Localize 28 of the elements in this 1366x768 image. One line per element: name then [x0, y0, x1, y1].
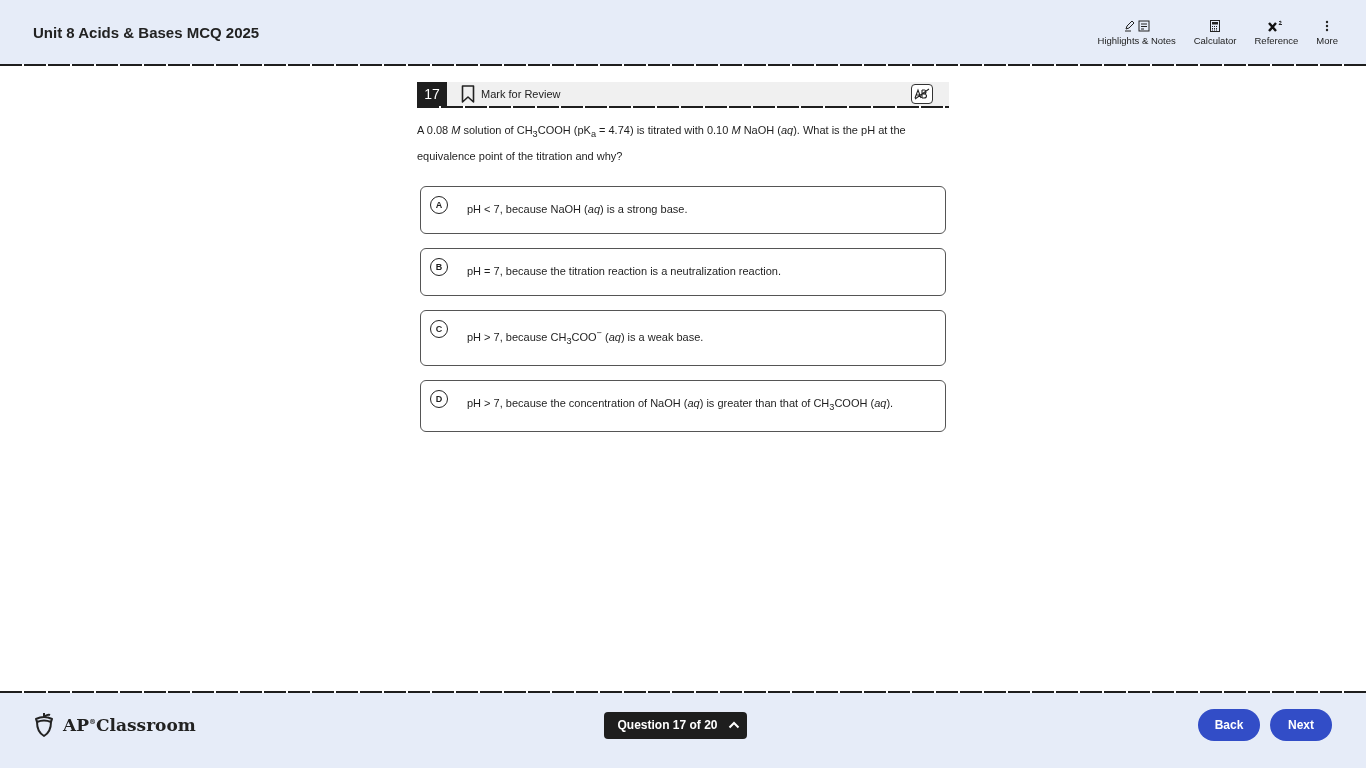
option-text: pH > 7, because the concentration of NaOH (aq) is greater than that of CH$_{3}$COOH (aq).	[467, 396, 894, 415]
option-text: pH = 7, because the titration reaction is a neutralization reaction.	[467, 264, 781, 280]
highlighter-notes-icon	[1122, 20, 1151, 32]
nav-button[interactable]: Next	[1270, 709, 1332, 741]
question-text: A 0.08 M solution of CH$_{3}$COOH (pK$_{a}$ = 4.74) is titrated with 0.10 M NaOH (aq). What is the pH at the equivalence point of the titration and why?	[417, 123, 907, 165]
answer-option[interactable]: D pH > 7, because the concentration of NaOH (aq) is greater than that of CH$_{3}$COOH (aq).	[420, 380, 946, 433]
toolbar-button[interactable]: Highlights & Notes	[1091, 18, 1182, 48]
toolbar-button[interactable]: More	[1310, 16, 1344, 48]
caret-up-icon	[727, 721, 740, 729]
answer-option[interactable]: C pH > 7, because CH$_{3}$COO$^{−}$ (aq) is a weak base.	[420, 310, 946, 367]
question-number: 17	[417, 82, 447, 106]
more-icon	[1325, 20, 1330, 32]
toolbar-button[interactable]: Calculator	[1187, 18, 1243, 48]
superscript-x-icon	[1268, 20, 1285, 32]
brand-name: AP$^{®}$Classroom	[63, 715, 196, 735]
toolbar-button[interactable]: Reference	[1248, 18, 1305, 48]
calculator-icon	[1210, 20, 1221, 32]
option-text: pH > 7, because CH$_{3}$COO$^{−}$ (aq) is a weak base.	[467, 327, 704, 349]
answer-option[interactable]: B pH = 7, because the titration reaction is a neutralization reaction.	[420, 248, 946, 297]
nav-button[interactable]: Back	[1198, 709, 1260, 741]
question-navigator-button[interactable]: Question 17 of 20	[604, 711, 747, 739]
answer-eliminator-button[interactable]	[911, 84, 933, 104]
exam-title: Unit 8 Acids & Bases MCQ 2025	[33, 23, 260, 41]
strikethrough-abc-icon	[913, 87, 931, 101]
mark-for-review-button[interactable]: Mark for Review	[461, 85, 561, 103]
acorn-logo-icon	[33, 712, 55, 738]
answer-option[interactable]: A pH < 7, because NaOH (aq) is a strong base.	[420, 186, 946, 235]
option-text: pH < 7, because NaOH (aq) is a strong base.	[467, 202, 688, 218]
